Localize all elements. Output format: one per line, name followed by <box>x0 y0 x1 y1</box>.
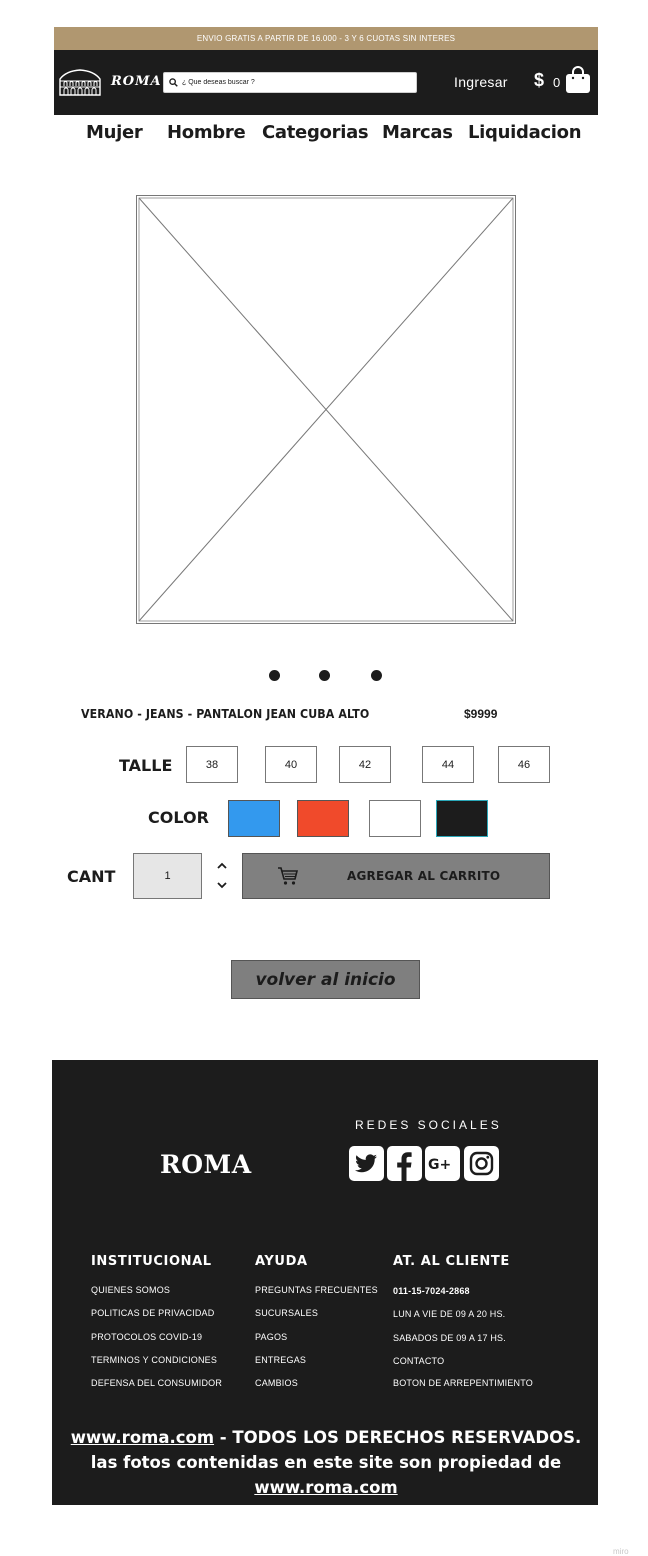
product-image-placeholder <box>136 195 516 624</box>
carousel-dot-3[interactable] <box>371 670 382 681</box>
nav-item-categorias[interactable]: Categorias <box>262 122 369 143</box>
footer-link[interactable]: PROTOCOLOS COVID-19 <box>91 1332 202 1342</box>
carousel-dot-1[interactable] <box>269 670 280 681</box>
instagram-icon[interactable] <box>464 1146 499 1181</box>
search-bar[interactable] <box>163 72 417 93</box>
watermark: miro <box>613 1547 629 1556</box>
color-swatch-red[interactable] <box>297 800 349 837</box>
size-option-44[interactable]: 44 <box>422 746 474 783</box>
chevron-up-icon[interactable] <box>215 859 229 873</box>
shopping-cart-icon <box>277 866 299 891</box>
shopping-bag-icon[interactable] <box>565 66 591 99</box>
product-title: VERANO - JEANS - PANTALON JEAN CUBA ALTO <box>81 707 370 721</box>
color-swatch-black[interactable] <box>436 800 488 837</box>
nav-item-mujer[interactable]: Mujer <box>86 122 143 143</box>
footer-phone[interactable]: 011-15-7024-2868 <box>393 1286 470 1296</box>
footer-link[interactable]: QUIENES SOMOS <box>91 1285 170 1295</box>
quantity-input[interactable] <box>133 853 202 899</box>
cart-summary[interactable]: $ 0 <box>534 66 594 96</box>
chevron-down-icon[interactable] <box>215 878 229 892</box>
colosseum-logo-icon[interactable] <box>58 67 102 97</box>
back-home-button[interactable]: volver al inicio <box>231 960 420 999</box>
twitter-icon[interactable] <box>349 1146 384 1181</box>
social-title: REDES SOCIALES <box>355 1118 502 1132</box>
footer-col-institucional-title: INSTITUCIONAL <box>91 1254 212 1269</box>
footer-link[interactable]: DEFENSA DEL CONSUMIDOR <box>91 1378 222 1388</box>
footer-link[interactable]: BOTON DE ARREPENTIMIENTO <box>393 1378 533 1388</box>
color-swatch-blue[interactable] <box>228 800 280 837</box>
cart-total: 0 <box>553 75 561 90</box>
svg-text:G+: G+ <box>428 1157 451 1173</box>
nav-item-marcas[interactable]: Marcas <box>382 122 453 143</box>
size-option-40[interactable]: 40 <box>265 746 317 783</box>
footer-link[interactable]: CAMBIOS <box>255 1378 298 1388</box>
footer-link[interactable]: POLITICAS DE PRIVACIDAD <box>91 1308 214 1318</box>
add-to-cart-label: AGREGAR AL CARRITO <box>347 869 501 883</box>
cart-currency: $ <box>534 70 545 90</box>
footer-link[interactable]: CONTACTO <box>393 1356 444 1366</box>
facebook-icon[interactable] <box>387 1146 422 1181</box>
footer-link[interactable]: SUCURSALES <box>255 1308 318 1318</box>
brand-logo-text[interactable]: ROMA <box>111 74 162 89</box>
footer-col-cliente-title: AT. AL CLIENTE <box>393 1254 510 1269</box>
google-plus-icon[interactable]: G+ <box>425 1146 460 1181</box>
product-price: $9999 <box>464 707 498 721</box>
footer-hours-weekday: LUN A VIE DE 09 A 20 HS. <box>393 1309 506 1319</box>
size-option-46[interactable]: 46 <box>498 746 550 783</box>
size-option-42[interactable]: 42 <box>339 746 391 783</box>
nav-item-hombre[interactable]: Hombre <box>167 122 246 143</box>
site-link[interactable]: www.roma.com <box>71 1428 214 1447</box>
footer-link[interactable]: ENTREGAS <box>255 1355 306 1365</box>
size-option-38[interactable]: 38 <box>186 746 238 783</box>
quantity-label: CANT <box>67 867 116 886</box>
color-label: COLOR <box>148 808 209 827</box>
size-label: TALLE <box>119 756 173 775</box>
footer-link[interactable]: PREGUNTAS FRECUENTES <box>255 1285 378 1295</box>
footer-col-ayuda-title: AYUDA <box>255 1254 308 1269</box>
search-icon[interactable] <box>169 74 178 92</box>
search-input[interactable] <box>178 79 412 86</box>
add-to-cart-button[interactable]: AGREGAR AL CARRITO <box>242 853 550 899</box>
footer-logo[interactable]: ROMA <box>160 1150 252 1179</box>
copyright-text: www.roma.com - TODOS LOS DERECHOS RESERV… <box>64 1425 588 1500</box>
footer-hours-saturday: SABADOS DE 09 A 17 HS. <box>393 1333 506 1343</box>
site-link[interactable]: www.roma.com <box>254 1478 397 1497</box>
promo-banner: ENVIO GRATIS A PARTIR DE 16.000 - 3 Y 6 … <box>54 27 598 50</box>
login-link[interactable]: Ingresar <box>454 74 508 90</box>
footer-link[interactable]: TERMINOS Y CONDICIONES <box>91 1355 217 1365</box>
footer-link[interactable]: PAGOS <box>255 1332 287 1342</box>
carousel-dot-2[interactable] <box>319 670 330 681</box>
nav-item-liquidacion[interactable]: Liquidacion <box>468 122 582 143</box>
color-swatch-white[interactable] <box>369 800 421 837</box>
